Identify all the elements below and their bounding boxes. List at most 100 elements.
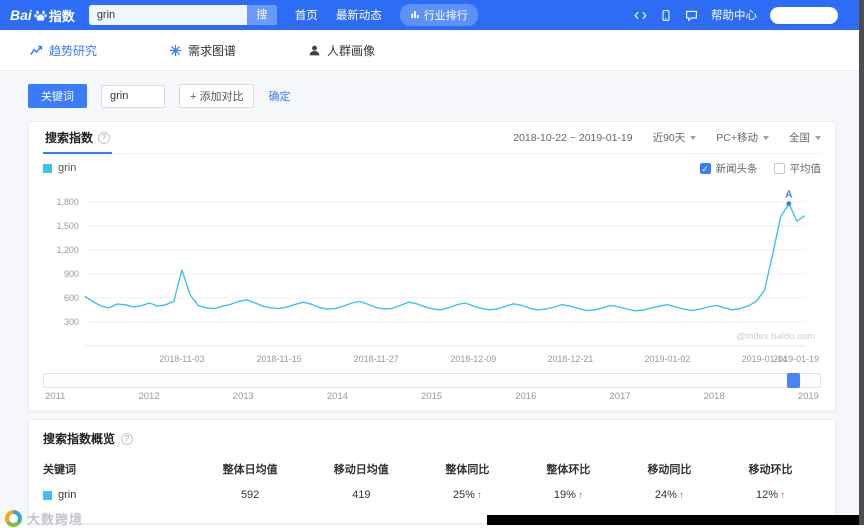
timeline-navigator: 2011 2012 2013 2014 2015 2016 2017 2018 … [43, 373, 821, 402]
keyword-input-wrap [101, 84, 165, 108]
date-range-picker[interactable]: 2018-10-22 ~ 2019-01-19 [513, 132, 632, 144]
nav-industry-ranking[interactable]: 行业排行 [399, 4, 478, 26]
ranking-icon [410, 10, 420, 20]
col-mobile-yoy: 移动同比 [647, 464, 692, 476]
secondary-nav: 趋势研究 需求图谱 人群画像 [0, 30, 864, 71]
year-label[interactable]: 2014 [327, 391, 348, 402]
baidu-index-page: Bai 指数 搜索 首页 最新动态 行业排行 [0, 0, 864, 527]
date-range-value: 2018-10-22 ~ 2019-01-19 [513, 131, 633, 144]
news-headlines-label: 新闻头条 [715, 162, 758, 175]
svg-text:300: 300 [64, 317, 79, 327]
tab-audience-portrait[interactable]: 人群画像 [308, 42, 375, 59]
tab-search-index-label: 搜索指数 [45, 131, 94, 145]
series-legend-label: grin [58, 162, 77, 174]
logo-text-right: 指数 [48, 8, 75, 24]
help-center-link[interactable]: 帮助中心 [711, 7, 757, 23]
svg-text:900: 900 [64, 269, 79, 279]
range-dropdown[interactable]: 近90天 [653, 130, 697, 145]
watermark-text: 大数跨境 [27, 512, 84, 527]
caret-down-icon [763, 135, 769, 140]
col-keyword: 关键词 [43, 464, 76, 476]
overall-mom-cell: 19% ↑ [518, 489, 619, 501]
up-arrow-icon: ↑ [577, 490, 583, 501]
overall-yoy-cell: 25% ↑ [417, 489, 518, 501]
search-index-card: 搜索指数 ? 2018-10-22 ~ 2019-01-19 近90天 PC+移… [28, 121, 836, 411]
trend-chart[interactable]: 300 600 900 1,200 1,500 1,800 2018-11-03 2018-1… [43, 182, 821, 370]
region-dropdown-value: 全国 [789, 132, 810, 144]
watermark-logo-icon [5, 510, 22, 527]
keyword-input[interactable] [102, 85, 164, 107]
svg-text:2018-12-09: 2018-12-09 [450, 354, 496, 364]
col-overall-mom: 整体环比 [546, 464, 591, 476]
series-color-swatch [43, 163, 52, 173]
overview-title-row: 搜索指数概览 ? [43, 430, 821, 447]
average-checkbox[interactable]: 平均值 [773, 161, 822, 176]
range-dropdown-value: 近90天 [652, 132, 686, 144]
person-icon [308, 44, 321, 57]
year-label[interactable]: 2018 [704, 391, 725, 402]
year-label[interactable]: 2017 [609, 391, 630, 402]
timeline-track[interactable] [43, 373, 821, 388]
tab-trend-research-label: 趋势研究 [49, 43, 98, 58]
nav-latest-news[interactable]: 最新动态 [336, 7, 382, 23]
keyword-label-button[interactable]: 关键词 [28, 84, 87, 108]
question-icon[interactable]: ? [98, 131, 111, 144]
device-dropdown[interactable]: PC+移动 [716, 130, 769, 145]
svg-text:1,200: 1,200 [56, 245, 78, 255]
header-search: 搜索 [88, 5, 277, 25]
series-color-swatch [43, 490, 52, 500]
keyword-cell: grin [43, 489, 195, 501]
user-account-blurred[interactable] [770, 6, 838, 24]
mobile-icon[interactable] [660, 9, 672, 22]
message-icon[interactable] [685, 9, 698, 22]
checkbox-unchecked-icon [773, 162, 785, 174]
tab-search-index[interactable]: 搜索指数 ? [43, 122, 113, 154]
search-input[interactable] [88, 5, 247, 25]
overview-title: 搜索指数概览 [43, 432, 116, 446]
timeline-selection-handle[interactable] [787, 373, 800, 388]
question-icon[interactable]: ? [121, 432, 134, 445]
tab-trend-research[interactable]: 趋势研究 [30, 42, 97, 59]
year-label[interactable]: 2013 [233, 391, 254, 402]
code-icon[interactable] [634, 9, 647, 22]
region-dropdown[interactable]: 全国 [789, 130, 821, 145]
svg-text:2018-12-21: 2018-12-21 [547, 354, 593, 364]
overview-table-header: 关键词 整体日均值 移动日均值 整体同比 整体环比 移动同比 移动环比 [43, 457, 821, 481]
keyword-bar: 关键词 + 添加对比 确定 [28, 83, 836, 109]
legend-row: grin ✓ 新闻头条 平均值 [43, 154, 821, 182]
col-overall-yoy: 整体同比 [445, 464, 490, 476]
news-headlines-checkbox[interactable]: ✓ 新闻头条 [699, 161, 758, 176]
chart-controls: 2018-10-22 ~ 2019-01-19 近90天 PC+移动 全国 [513, 130, 821, 145]
year-label[interactable]: 2011 [45, 391, 65, 402]
tab-demand-graph[interactable]: 需求图谱 [169, 42, 236, 59]
confirm-button[interactable]: 确定 [268, 88, 290, 104]
col-overall-daily-avg: 整体日均值 [222, 464, 278, 476]
overview-table: 关键词 整体日均值 移动日均值 整体同比 整体环比 移动同比 移动环比 grin… [43, 457, 821, 509]
checkbox-checked-icon: ✓ [699, 162, 711, 174]
logo-text-left: Bai [10, 7, 32, 23]
up-arrow-icon: ↑ [779, 490, 785, 501]
col-mobile-daily-avg: 移动日均值 [333, 464, 389, 476]
year-label[interactable]: 2012 [138, 391, 159, 402]
mobile-daily-avg-value: 419 [352, 489, 371, 501]
mobile-mom-value: 12% [755, 489, 778, 501]
nav-home[interactable]: 首页 [295, 7, 318, 23]
year-label[interactable]: 2015 [421, 391, 442, 402]
svg-text:2018-11-15: 2018-11-15 [257, 354, 302, 364]
bottom-black-bar [487, 515, 864, 525]
overall-mom-value: 19% [553, 489, 576, 501]
header-right-cluster: 帮助中心 [634, 6, 838, 24]
caret-down-icon [690, 135, 697, 140]
year-label[interactable]: 2016 [515, 391, 536, 402]
year-label[interactable]: 2019 [798, 391, 819, 402]
top-nav: 首页 最新动态 行业排行 [295, 4, 478, 26]
baidu-index-logo[interactable]: Bai 指数 [10, 6, 75, 25]
timeline-years: 2011 2012 2013 2014 2015 2016 2017 2018 … [43, 391, 821, 402]
trend-line-chart[interactable]: 300 600 900 1,200 1,500 1,800 2018-11-03 2018-1… [43, 182, 821, 370]
svg-text:1,800: 1,800 [56, 197, 78, 207]
average-label: 平均值 [789, 162, 822, 175]
scrollbar[interactable] [859, 0, 864, 525]
search-button[interactable]: 搜索 [246, 5, 277, 25]
device-dropdown-value: PC+移动 [716, 132, 758, 144]
add-compare-button[interactable]: + 添加对比 [179, 84, 255, 108]
